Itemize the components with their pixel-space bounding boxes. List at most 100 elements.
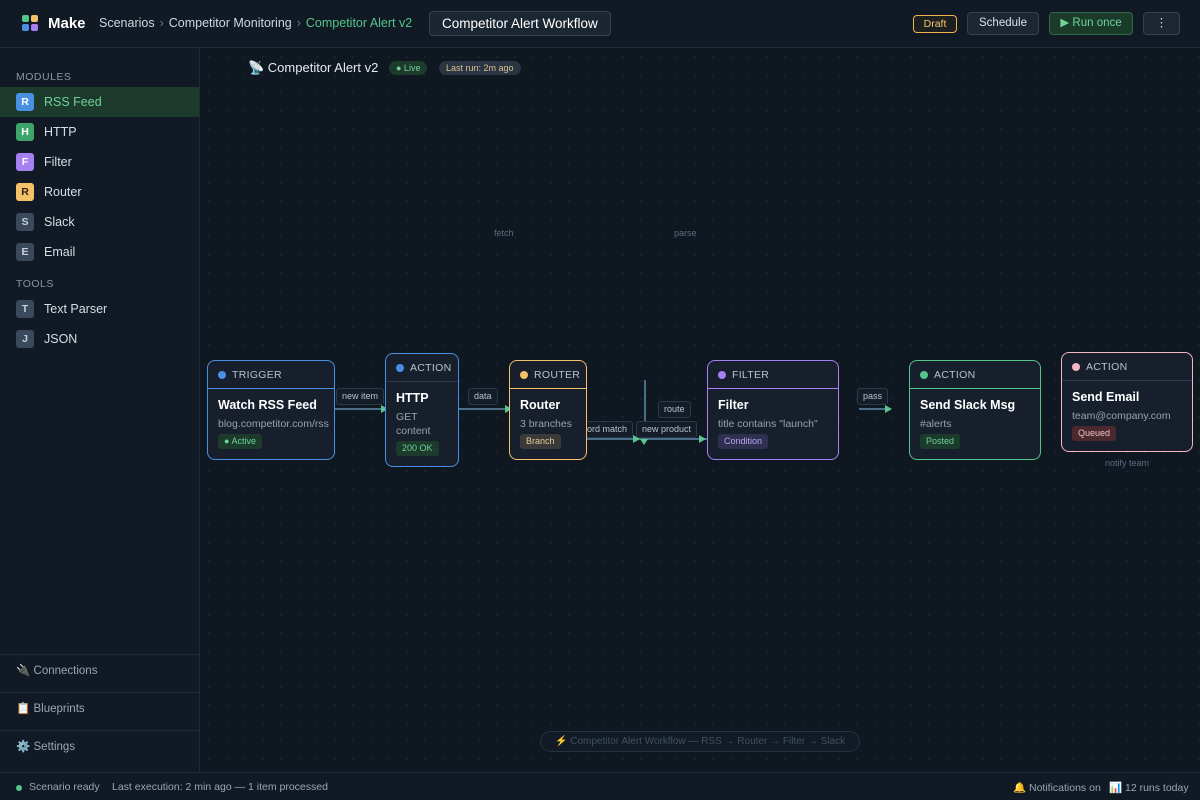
arrow-head-icon (640, 439, 648, 445)
arrow-head-icon (885, 405, 892, 413)
node-router[interactable]: ROUTER Router 3 branches Branch (509, 360, 587, 460)
edge-label-route: route (658, 401, 691, 418)
top-bar: Make Scenarios › Competitor Monitoring › Com… (0, 0, 1200, 48)
edge-http-router[interactable] (459, 408, 509, 410)
sidebar-item-slack[interactable]: S Slack (0, 207, 199, 237)
sidebar-item-filter[interactable]: F Filter (0, 147, 199, 177)
node-title: HTTP (396, 391, 429, 405)
sidebar-item-label: JSON (44, 332, 78, 346)
breadcrumb: Scenarios › Competitor Monitoring › Competit… (99, 16, 412, 30)
edge-label-pass: pass (857, 388, 889, 405)
last-execution-text: Last execution: 2 min ago — 1 item proce… (112, 781, 328, 793)
schedule-button[interactable]: Schedule (967, 12, 1039, 35)
sidebar-item-rss-feed[interactable]: R RSS Feed (0, 87, 199, 117)
last-run-badge: Last run: 2m ago (439, 61, 521, 75)
flow-label-parse: parse (674, 228, 697, 238)
node-send-slack-msg[interactable]: ACTION Send Slack Msg #alerts Posted (909, 360, 1041, 460)
sidebar-item-label: Router (44, 185, 82, 199)
status-dot-icon (718, 371, 726, 379)
sidebar-item-text-parser[interactable]: T Text Parser (0, 294, 199, 324)
status-dot-icon (218, 371, 226, 379)
sidebar-item-json[interactable]: J JSON (0, 324, 199, 354)
edge-label-new-product: new product (636, 421, 698, 438)
json-icon: J (16, 330, 34, 348)
sidebar-item-email[interactable]: E Email (0, 237, 199, 267)
node-subtitle: blog.competitor.com/rss (218, 418, 329, 430)
breadcrumb-competitor-monitoring[interactable]: Competitor Monitoring (169, 16, 292, 30)
node-title: Watch RSS Feed (218, 398, 317, 412)
sidebar-item-label: Text Parser (44, 302, 108, 316)
node-status-badge: Posted (920, 434, 961, 449)
sidebar-item-label: Filter (44, 155, 72, 169)
text-parser-icon: T (16, 300, 34, 318)
sidebar-link-connections[interactable]: 🔌 Connections (0, 654, 199, 692)
workflow-summary-chip: ⚡ Competitor Alert Workflow — RSS → Rout… (540, 731, 861, 752)
workflow-title-field[interactable]: Competitor Alert Workflow (429, 11, 611, 36)
node-status-badge: Branch (520, 434, 561, 449)
workflow-canvas[interactable]: 📡 Competitor Alert v2 ● Live Last run: 2… (200, 48, 1200, 772)
node-header: ACTION (910, 361, 1040, 389)
node-title: Router (520, 398, 561, 412)
node-status-badge: Queued (1072, 426, 1117, 441)
sidebar-item-label: Slack (44, 215, 75, 229)
live-status-badge: ● Live (389, 61, 428, 75)
scenario-title: 📡 Competitor Alert v2 (248, 60, 379, 75)
email-icon: E (16, 243, 34, 261)
sidebar-link-blueprints[interactable]: 📋 Blueprints (0, 692, 199, 730)
filter-icon: F (16, 153, 34, 171)
node-filter[interactable]: FILTER Filter title contains "launch" Co… (707, 360, 839, 460)
status-dot-icon (520, 371, 528, 379)
node-subtitle: title contains "launch" (718, 418, 818, 430)
arrow-head-icon (699, 435, 706, 443)
node-type: ROUTER (534, 369, 581, 381)
node-watch-rss-feed[interactable]: TRIGGER Watch RSS Feed blog.competitor.c… (207, 360, 335, 460)
node-header: ACTION (1062, 353, 1192, 381)
node-type: ACTION (1086, 361, 1128, 373)
make-logo-icon[interactable] (22, 15, 39, 32)
runs-today-text: 📊 12 runs today (1109, 782, 1189, 794)
node-status-badge: Condition (718, 434, 769, 449)
connections-label: 🔌 Connections (16, 665, 98, 677)
router-icon: R (16, 183, 34, 201)
settings-label: ⚙️ Settings (16, 741, 76, 753)
status-dot-icon (396, 364, 404, 372)
sidebar-item-label: Email (44, 245, 76, 259)
app-name[interactable]: Make (48, 15, 86, 32)
breadcrumb-separator: › (296, 16, 301, 30)
status-bar: Scenario ready Last execution: 2 min ago… (0, 772, 1200, 800)
breadcrumb-current: Competitor Alert v2 (305, 16, 413, 30)
node-http[interactable]: ACTION HTTP GET content 200 OK (385, 353, 459, 467)
node-subtitle: #alerts (920, 418, 952, 430)
flow-label-notify-team: notify team (1105, 458, 1150, 468)
sidebar-item-label: HTTP (44, 125, 77, 139)
breadcrumb-scenarios[interactable]: Scenarios (99, 16, 155, 30)
edge-trigger-http[interactable] (335, 408, 385, 410)
rss-feed-icon: R (16, 93, 34, 111)
node-header: ACTION (386, 354, 458, 382)
slack-icon: S (16, 213, 34, 231)
ready-dot-icon (16, 785, 22, 791)
draft-badge: Draft (913, 15, 957, 33)
blueprints-label: 📋 Blueprints (16, 703, 85, 715)
node-subtitle: GET content (396, 411, 431, 437)
more-menu-button[interactable]: ⋮ (1143, 12, 1180, 35)
sidebar-item-router[interactable]: R Router (0, 177, 199, 207)
notifications-toggle[interactable]: 🔔 Notifications on (1013, 781, 1101, 794)
sidebar-item-http[interactable]: H HTTP (0, 117, 199, 147)
node-title: Send Slack Msg (920, 398, 1016, 412)
sidebar: MODULES R RSS Feed H HTTP F Filter R Rou… (0, 48, 200, 772)
sidebar-link-settings[interactable]: ⚙️ Settings (0, 730, 199, 768)
modules-heading: MODULES (16, 71, 72, 83)
run-once-button[interactable]: ▶ Run once (1049, 12, 1133, 35)
node-status-badge: ● Active (218, 434, 262, 449)
node-header: ROUTER (510, 361, 586, 389)
http-icon: H (16, 123, 34, 141)
node-type: TRIGGER (232, 369, 282, 381)
breadcrumb-separator: › (159, 16, 164, 30)
node-type: FILTER (732, 369, 770, 381)
tools-heading: TOOLS (16, 278, 54, 290)
edge-label-new-item: new item (336, 388, 385, 405)
edge-label-keyword-match: ord match (579, 421, 633, 438)
node-send-email[interactable]: ACTION Send Email team@company.com Queue… (1061, 352, 1193, 452)
node-status-badge: 200 OK (396, 441, 439, 456)
